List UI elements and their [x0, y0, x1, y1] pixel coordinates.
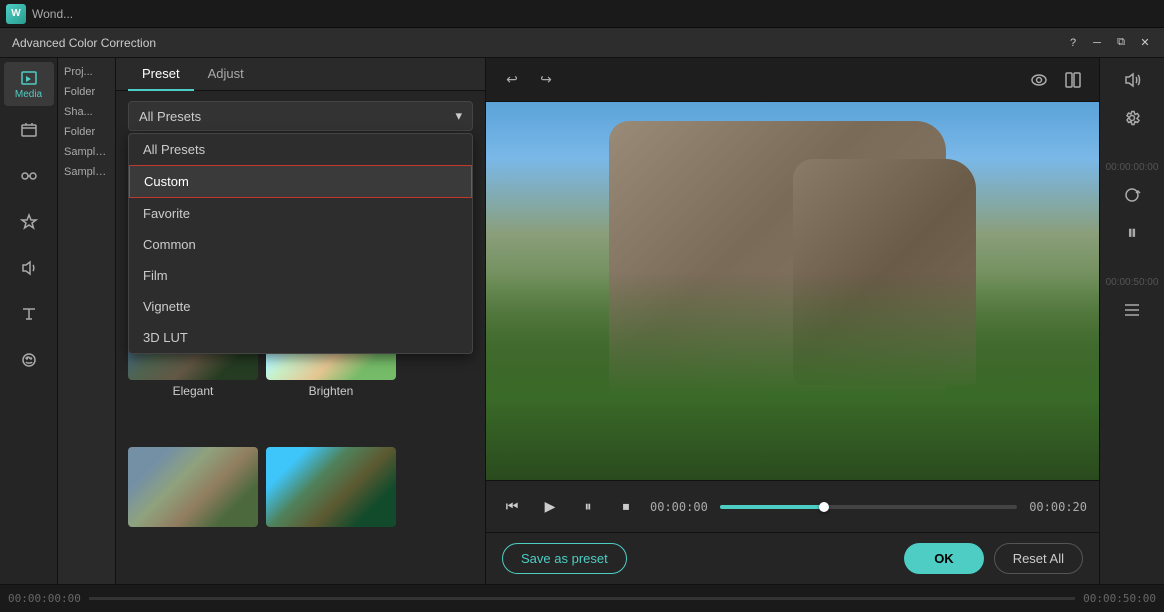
loop-button[interactable]	[1107, 177, 1157, 213]
pause-button[interactable]: ⏸	[574, 493, 602, 521]
dropdown-item-custom[interactable]: Custom	[129, 165, 472, 198]
preset-item-preset6[interactable]	[266, 447, 396, 572]
dialog-title: Advanced Color Correction	[12, 36, 1062, 50]
prev-frame-button[interactable]: ⏮	[498, 493, 526, 521]
project-item-samplevid[interactable]: Sample Vid...	[58, 162, 115, 182]
sidebar-item-stickers[interactable]	[4, 338, 54, 382]
redo-button[interactable]: ↪	[532, 66, 560, 94]
acc-dialog: Preset Adjust All Presets ▾ All Presets …	[116, 58, 1164, 584]
minimize-button[interactable]: ─	[1086, 32, 1108, 54]
preset-label-elegant: Elegant	[173, 384, 214, 398]
help-button[interactable]: ?	[1062, 32, 1084, 54]
dropdown-item-all-presets[interactable]: All Presets	[129, 134, 472, 165]
save-preset-button[interactable]: Save as preset	[502, 543, 627, 574]
app-topbar: W Wond...	[0, 0, 1164, 28]
stop-button[interactable]: ⏹	[612, 493, 640, 521]
undo-button[interactable]: ↩	[498, 66, 526, 94]
project-item-sampleco[interactable]: Sample Co...	[58, 142, 115, 162]
dropdown-item-film[interactable]: Film	[129, 260, 472, 291]
volume-button[interactable]	[1107, 62, 1157, 98]
right-panel-time2: 00:00:50:00	[1104, 275, 1161, 290]
tree-layer	[486, 272, 1099, 480]
dropdown-selected-value: All Presets	[139, 109, 201, 124]
dropdown-menu: All Presets Custom Favorite Common Film …	[128, 133, 473, 354]
close-button[interactable]: ✕	[1134, 32, 1156, 54]
acc-tabs: Preset Adjust	[116, 58, 485, 91]
current-time: 00:00:00	[650, 500, 710, 514]
right-panel-time1: 00:00:00:00	[1104, 160, 1161, 175]
end-time: 00:00:20	[1027, 500, 1087, 514]
preset-item-preset5[interactable]	[128, 447, 258, 572]
preset-label-brighten: Brighten	[309, 384, 354, 398]
restore-button[interactable]: ⧉	[1110, 32, 1132, 54]
timeline-end: 00:00:50:00	[1083, 592, 1156, 605]
dropdown-item-3dlut[interactable]: 3D LUT	[129, 322, 472, 353]
acc-left-panel: Preset Adjust All Presets ▾ All Presets …	[116, 58, 486, 584]
project-item-folder2[interactable]: Folder	[58, 122, 115, 142]
ok-button[interactable]: OK	[904, 543, 984, 574]
video-scene	[486, 102, 1099, 480]
dropdown-item-common[interactable]: Common	[129, 229, 472, 260]
chevron-down-icon: ▾	[455, 108, 462, 124]
tab-adjust[interactable]: Adjust	[194, 58, 258, 91]
project-item-proj[interactable]: Proj...	[58, 62, 115, 82]
tab-preset[interactable]: Preset	[128, 58, 194, 91]
sidebar-item-text[interactable]	[4, 292, 54, 336]
progress-bar[interactable]	[720, 505, 1017, 509]
app-sidebar: Media	[0, 58, 58, 584]
acc-footer: Save as preset OK Reset All	[486, 532, 1099, 584]
main-layout: Media	[0, 58, 1164, 584]
dropdown-item-vignette[interactable]: Vignette	[129, 291, 472, 322]
preset-thumb-preset6	[266, 447, 396, 527]
timeline-track[interactable]	[89, 597, 1075, 600]
preview-toggle-button[interactable]	[1025, 66, 1053, 94]
dropdown-container: All Presets ▾ All Presets Custom Favorit…	[116, 91, 485, 141]
dialog-titlebar: Advanced Color Correction ? ─ ⧉ ✕	[0, 28, 1164, 58]
toolbar-right	[1025, 66, 1087, 94]
sidebar-item-media[interactable]: Media	[4, 62, 54, 106]
project-item-folder[interactable]: Folder	[58, 82, 115, 102]
timeline-start: 00:00:00:00	[8, 592, 81, 605]
sidebar-item-audio[interactable]	[4, 246, 54, 290]
video-preview	[486, 102, 1099, 480]
project-panel: Proj... Folder Sha... Folder Sample Co..…	[58, 58, 116, 584]
app-logo: W	[6, 4, 26, 24]
footer-right-buttons: OK Reset All	[904, 543, 1083, 574]
preset-thumb-preset5	[128, 447, 258, 527]
project-item-sha[interactable]: Sha...	[58, 102, 115, 122]
sidebar-item-project[interactable]	[4, 108, 54, 152]
toolbar-left: ↩ ↪	[498, 66, 560, 94]
dropdown-item-favorite[interactable]: Favorite	[129, 198, 472, 229]
preset-dropdown[interactable]: All Presets ▾	[128, 101, 473, 131]
progress-fill	[720, 505, 824, 509]
acc-right-panel: ↩ ↪	[486, 58, 1099, 584]
settings-button[interactable]	[1107, 100, 1157, 136]
timeline-bar: 00:00:00:00 00:00:50:00	[0, 584, 1164, 612]
timeline-marker[interactable]	[1107, 292, 1157, 328]
pause-icon[interactable]: ⏸	[1107, 215, 1157, 251]
preview-toolbar: ↩ ↪	[486, 58, 1099, 102]
right-panel: 00:00:00:00 ⏸ 00:00:50:00	[1099, 58, 1164, 584]
sidebar-item-transitions[interactable]	[4, 154, 54, 198]
playback-bar: ⏮ ▶ ⏸ ⏹ 00:00:00 00:00:20	[486, 480, 1099, 532]
sidebar-media-label: Media	[15, 89, 42, 100]
content-area: Proj... Folder Sha... Folder Sample Co..…	[58, 58, 1164, 584]
titlebar-controls: ? ─ ⧉ ✕	[1062, 32, 1156, 54]
app-name: Wond...	[32, 7, 73, 21]
play-button[interactable]: ▶	[536, 493, 564, 521]
reset-all-button[interactable]: Reset All	[994, 543, 1083, 574]
progress-handle[interactable]	[819, 502, 829, 512]
compare-button[interactable]	[1059, 66, 1087, 94]
sidebar-item-effects[interactable]	[4, 200, 54, 244]
